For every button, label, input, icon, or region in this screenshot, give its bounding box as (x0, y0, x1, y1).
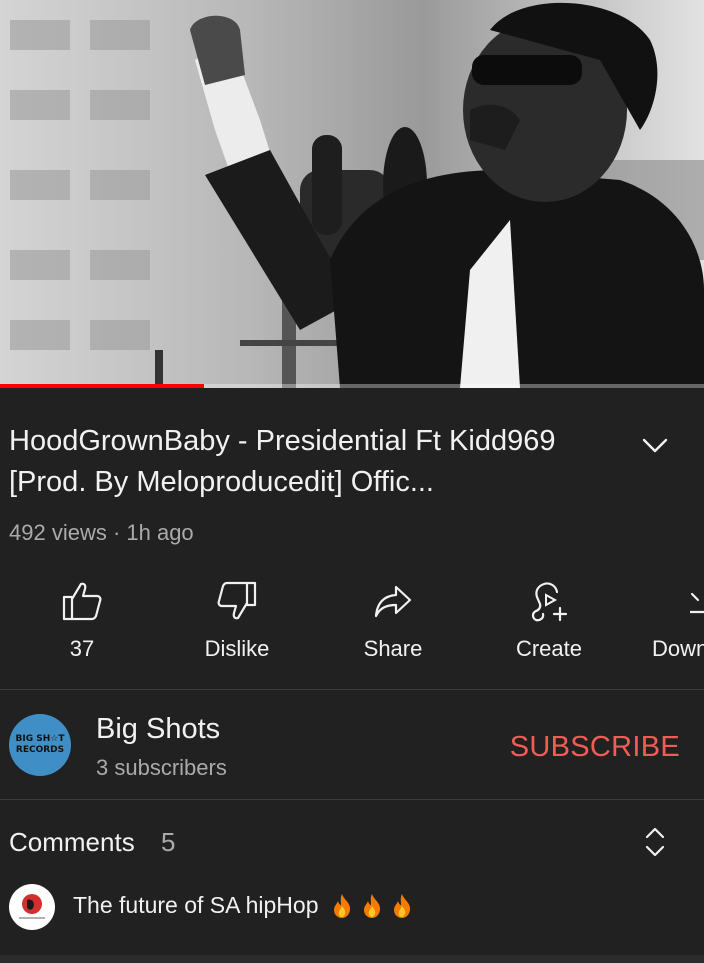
download-label: Down (652, 636, 704, 661)
like-count: 37 (69, 636, 95, 661)
bottom-divider (0, 955, 704, 963)
channel-avatar[interactable]: BIG SH☆T RECORDS (9, 714, 71, 776)
video-progress-bar[interactable] (0, 384, 704, 388)
avatar-logo-line-1: BIG SH☆T (15, 734, 65, 744)
avatar-logo-line-2: RECORDS (15, 745, 65, 755)
share-button[interactable]: Share (333, 578, 453, 662)
like-button[interactable]: 37 (22, 578, 142, 662)
create-icon (531, 582, 568, 622)
dislike-label: Dislike (204, 636, 270, 661)
create-label: Create (515, 636, 583, 661)
thumbs-down-icon (217, 581, 257, 620)
comments-count: 5 (161, 827, 176, 857)
subscriber-count: 3 subscribers (96, 755, 227, 780)
chevron-down-icon[interactable] (640, 430, 670, 460)
fire-icon (334, 894, 351, 918)
share-icon (374, 585, 412, 618)
commenter-logo-icon (19, 894, 45, 919)
video-frame (0, 0, 704, 388)
comment-emoji (330, 893, 420, 919)
subscribe-button[interactable]: SUBSCRIBE (510, 731, 680, 764)
unfold-icon[interactable] (640, 824, 670, 860)
comments-header[interactable]: Comments (9, 827, 135, 858)
download-icon (690, 592, 704, 614)
fire-icon (394, 894, 411, 918)
share-label: Share (363, 636, 423, 661)
video-title[interactable]: HoodGrownBaby - Presidential Ft Kidd969 … (9, 421, 619, 503)
video-player[interactable] (0, 0, 704, 388)
fire-icon (364, 894, 381, 918)
divider (0, 689, 704, 690)
video-progress-fill (0, 384, 205, 388)
commenter-avatar[interactable] (9, 884, 55, 930)
top-comment-text: The future of SA hipHop (73, 892, 319, 918)
channel-name[interactable]: Big Shots (96, 713, 220, 746)
divider (0, 799, 704, 800)
video-meta: 492 views · 1h ago (9, 520, 194, 545)
dislike-button[interactable]: Dislike (177, 578, 297, 662)
create-button[interactable]: Create (489, 578, 609, 662)
download-button[interactable]: Down (644, 578, 704, 662)
thumbs-up-icon (62, 582, 102, 621)
